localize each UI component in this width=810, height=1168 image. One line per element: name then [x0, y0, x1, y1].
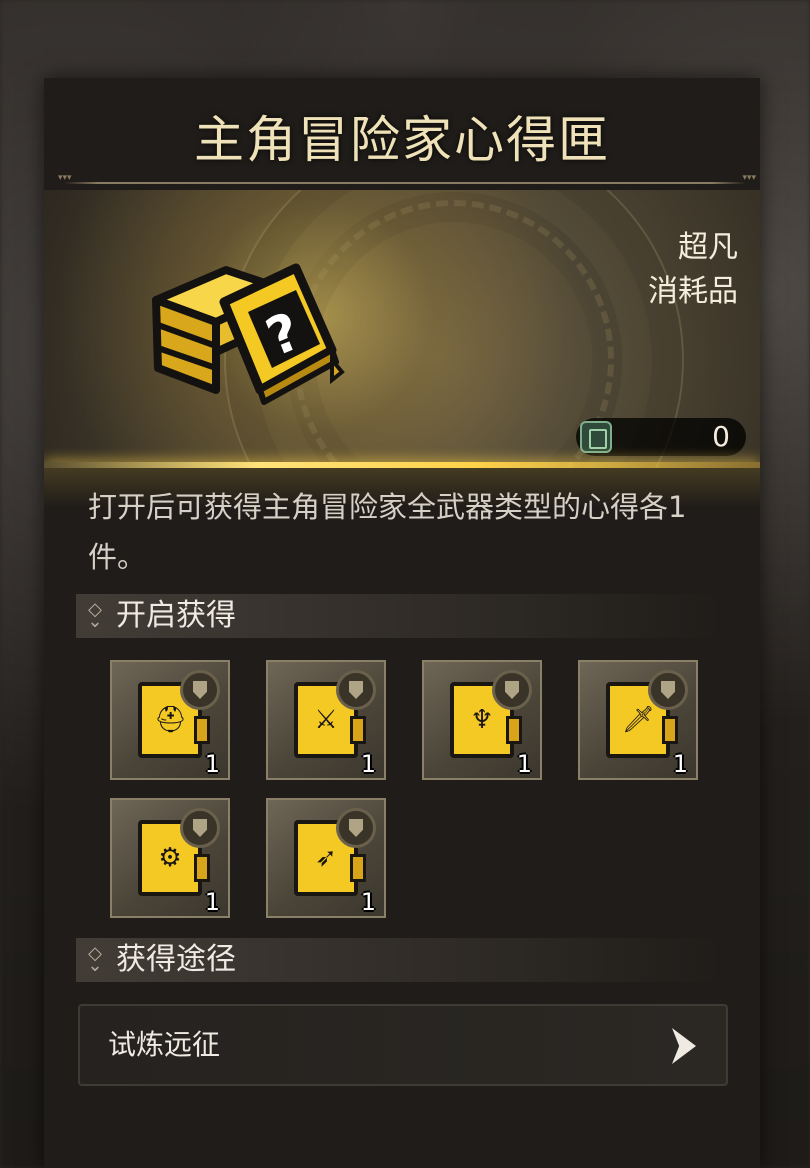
chevron-right-icon	[672, 1028, 696, 1064]
reward-item[interactable]: 🗡 1	[578, 660, 698, 780]
item-detail-panel: 主角冒险家心得匣 ? 超凡 消耗品 0 打开后可获得主	[44, 78, 760, 1168]
mystery-box-icon: ?	[152, 263, 345, 405]
sources-section-title: 获得途径	[116, 942, 236, 977]
shield-badge-icon	[336, 670, 376, 710]
item-hero-banner: ? 超凡 消耗品 0	[44, 190, 760, 468]
reward-quantity: 1	[360, 888, 376, 916]
title-divider	[58, 173, 756, 184]
blade-icon: ⚔	[314, 705, 338, 735]
helmet-icon: ⛑	[154, 705, 188, 735]
shield-badge-icon	[336, 808, 376, 848]
category-label: 消耗品	[648, 274, 738, 309]
panel-title: 主角冒险家心得匣	[194, 111, 610, 169]
inventory-icon	[580, 421, 612, 453]
source-trial-expedition[interactable]: 试炼远征	[78, 1004, 728, 1086]
item-rarity-info: 超凡 消耗品	[648, 226, 738, 314]
reward-item[interactable]: ➶ 1	[266, 798, 386, 918]
rewards-section-header: ◇ ⌄ 开启获得	[76, 594, 726, 638]
claw-icon: ♆	[470, 705, 494, 735]
rarity-label: 超凡	[678, 230, 738, 265]
armor-icon: ⚙	[158, 843, 182, 873]
bow-icon: ➶	[315, 843, 337, 873]
shield-badge-icon	[648, 670, 688, 710]
sword-shield-icon: 🗡	[622, 705, 656, 735]
owned-count-badge: 0	[576, 418, 746, 456]
reward-quantity: 1	[204, 750, 220, 778]
rewards-section-title: 开启获得	[116, 598, 236, 633]
reward-item[interactable]: ⛑ 1	[110, 660, 230, 780]
item-description: 打开后可获得主角冒险家全武器类型的心得各1件。	[88, 490, 687, 574]
reward-item[interactable]: ♆ 1	[422, 660, 542, 780]
reward-quantity: 1	[360, 750, 376, 778]
reward-item[interactable]: ⚙ 1	[110, 798, 230, 918]
shield-badge-icon	[492, 670, 532, 710]
owned-count: 0	[712, 420, 730, 453]
reward-quantity: 1	[516, 750, 532, 778]
diamond-chevron-icon: ◇ ⌄	[87, 943, 103, 976]
diamond-chevron-icon: ◇ ⌄	[87, 599, 103, 632]
reward-item[interactable]: ⚔ 1	[266, 660, 386, 780]
sources-section-header: ◇ ⌄ 获得途径	[76, 938, 726, 982]
reward-quantity: 1	[672, 750, 688, 778]
shield-badge-icon	[180, 808, 220, 848]
shield-badge-icon	[180, 670, 220, 710]
reward-quantity: 1	[204, 888, 220, 916]
source-label: 试炼远征	[108, 1028, 221, 1061]
